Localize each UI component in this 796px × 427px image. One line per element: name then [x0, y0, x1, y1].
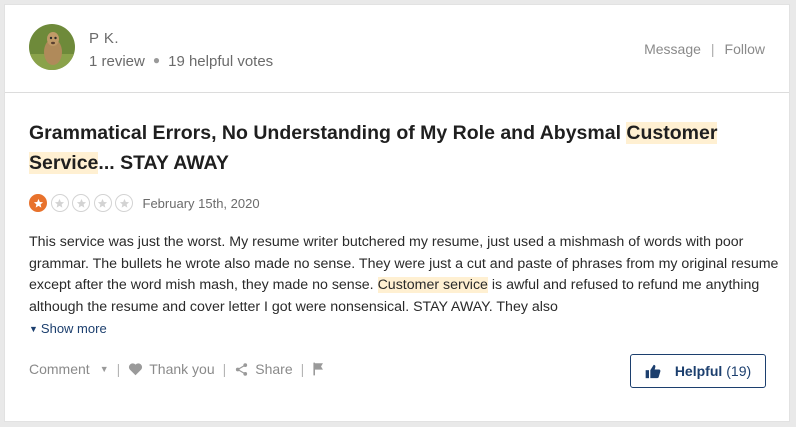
review-count: 1 review — [89, 53, 145, 70]
thumbs-up-icon — [645, 364, 661, 378]
review-date: February 15th, 2020 — [142, 195, 260, 211]
action-divider: | — [116, 361, 121, 377]
review-title-text: Grammatical Errors, No Understanding of … — [29, 122, 627, 144]
star-empty-icon — [115, 194, 133, 212]
action-divider: | — [300, 361, 305, 377]
comment-label: Comment — [29, 361, 90, 377]
stats-separator-dot: ● — [152, 53, 161, 67]
avatar[interactable] — [29, 24, 75, 70]
helpful-label: Helpful — [674, 363, 723, 379]
chevron-down-icon: ▼ — [99, 364, 109, 374]
helpful-count: (19) — [726, 363, 752, 379]
profile-actions-separator: | — [710, 41, 715, 57]
share-button[interactable]: Share — [234, 361, 293, 377]
profile-actions: Message | Follow — [644, 41, 765, 57]
review-title: Grammatical Errors, No Understanding of … — [29, 118, 769, 178]
show-more-link[interactable]: ▼ Show more — [29, 321, 107, 336]
follow-link[interactable]: Follow — [725, 41, 765, 57]
reviewer-name[interactable]: P K. — [89, 30, 119, 47]
star-empty-icon — [72, 194, 90, 212]
review-actions: Comment ▼ | Thank you | Share | — [29, 361, 331, 377]
helpful-button[interactable]: Helpful (19) — [630, 354, 766, 388]
star-rating — [29, 194, 137, 212]
message-link[interactable]: Message — [644, 41, 701, 57]
action-divider: | — [222, 361, 227, 377]
reviewer-stats: 1 review ● 19 helpful votes — [89, 53, 273, 70]
thank-you-button[interactable]: Thank you — [128, 361, 215, 377]
flag-icon — [313, 362, 324, 376]
star-empty-icon — [50, 194, 69, 212]
share-label: Share — [255, 361, 293, 377]
thank-you-label: Thank you — [149, 361, 215, 377]
show-more-label: Show more — [40, 321, 107, 336]
star-empty-icon — [93, 194, 112, 212]
review-body: This service was just the worst. My resu… — [29, 232, 779, 318]
rating-row: February 15th, 2020 — [29, 193, 260, 213]
review-title-text-end: ... STAY AWAY — [98, 152, 229, 174]
review-card: P K. 1 review ● 19 helpful votes Message | F… — [4, 4, 790, 422]
review-body-highlight: Customer service — [377, 277, 488, 293]
helpful-votes-count: 19 helpful votes — [168, 53, 274, 70]
heart-icon — [129, 363, 143, 376]
flag-button[interactable] — [312, 362, 331, 376]
reviewer-header: P K. 1 review ● 19 helpful votes Message | F… — [5, 5, 789, 93]
star-filled-icon — [29, 194, 47, 212]
comment-button[interactable]: Comment ▼ — [29, 361, 109, 377]
caret-down-icon: ▼ — [29, 324, 38, 334]
share-icon — [236, 362, 248, 376]
